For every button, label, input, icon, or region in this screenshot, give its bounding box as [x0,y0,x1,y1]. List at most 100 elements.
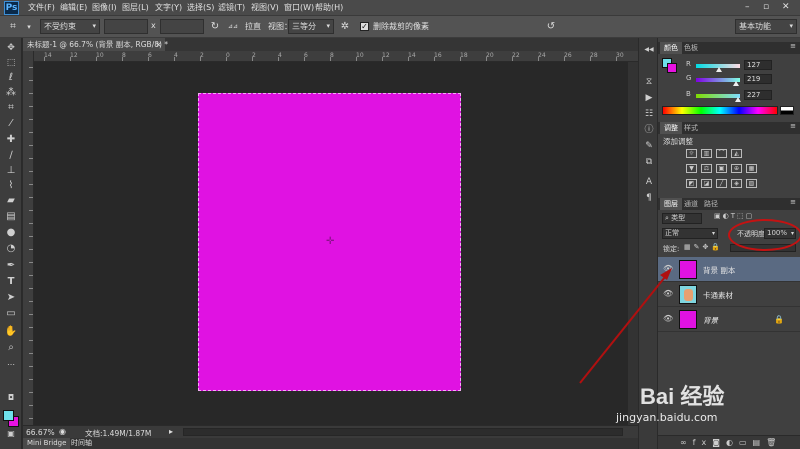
foreground-color-swatch[interactable] [3,410,14,421]
ratio-select[interactable]: 不受约束 ▾ [40,19,100,34]
red-slider-thumb[interactable] [716,67,722,72]
maximize-icon[interactable]: ▫ [763,2,769,12]
workspace-select[interactable]: 基本功能 ▾ [735,19,797,34]
info-panel-icon[interactable]: ⓘ [643,124,655,136]
menu-select[interactable]: 选择(S) [187,2,214,13]
adjustment-icon[interactable]: ▼ [686,164,697,173]
blue-value[interactable]: 227 [744,90,772,100]
document-tab[interactable]: 未标题-1 @ 66.7% (背景 副本, RGB/8) * × [23,38,168,51]
menu-help[interactable]: 帮助(H) [315,2,343,13]
paragraph-panel-icon[interactable]: ¶ [643,192,655,204]
clone-stamp-icon[interactable]: ⊥ [4,165,18,177]
move-tool-icon[interactable]: ✥ [4,42,18,54]
adjustment-icon[interactable]: ▦ [746,164,757,173]
layer-row[interactable]: 👁 背景 副本 [658,257,800,282]
gear-icon[interactable]: ✲ [338,20,352,34]
tab-color[interactable]: 颜色 [660,42,682,54]
pen-tool-icon[interactable]: ✒ [4,260,18,272]
type-tool-icon[interactable]: T [4,276,18,288]
history-brush-icon[interactable]: ⌇ [4,180,18,192]
tab-paths[interactable]: 路径 [700,198,722,210]
tab-mini-bridge[interactable]: Mini Bridge [23,438,71,449]
layer-filter-select[interactable]: ⌕ 类型 [662,213,702,224]
swap-icon[interactable]: ↻ [208,20,222,34]
menu-window[interactable]: 窗口(W) [284,2,314,13]
menu-type[interactable]: 文字(Y) [155,2,182,13]
layer-filter-icons[interactable]: ▣◐T⬚▢ [714,212,754,220]
status-menu-arrow-icon[interactable]: ▸ [169,427,173,436]
collapse-arrows-icon[interactable]: ◀◀ [643,44,655,56]
clone-source-icon[interactable]: ⧉ [643,156,655,168]
visibility-eye-icon[interactable]: 👁 [663,314,673,324]
eraser-icon[interactable]: ▰ [4,195,18,207]
properties-panel-icon[interactable]: ☷ [643,108,655,120]
quick-mask-icon[interactable]: ◘ [4,392,18,404]
layer-name[interactable]: 卡通素材 [703,290,733,301]
lasso-tool-icon[interactable]: ℓ [4,72,18,84]
layer-name[interactable]: 背景 [703,315,718,326]
layer-row[interactable]: 👁 卡通素材 [658,282,800,307]
menu-edit[interactable]: 编辑(E) [60,2,87,13]
crop-tool-icon[interactable]: ⌗ [4,102,18,114]
close-tab-icon[interactable]: × [155,38,162,51]
menu-file[interactable]: 文件(F) [28,2,55,13]
menu-layer[interactable]: 图层(L) [122,2,149,13]
black-white-swatch[interactable] [780,106,794,115]
crop-tool-icon[interactable]: ⌗ [6,20,20,34]
adjustment-icon[interactable]: ☼ [686,149,697,158]
marquee-tool-icon[interactable]: ⬚ [4,57,18,69]
healing-brush-icon[interactable]: ✚ [4,134,18,146]
horizontal-scrollbar[interactable] [183,428,623,436]
adjustment-icon[interactable]: ◩ [686,179,697,188]
adjustment-icon[interactable]: ▨ [746,179,757,188]
tab-layers[interactable]: 图层 [660,198,682,210]
menu-filter[interactable]: 滤镜(T) [218,2,245,13]
adjustment-icon[interactable]: ⊕ [731,164,742,173]
reset-icon[interactable]: ↺ [544,20,558,34]
minimize-icon[interactable]: – [745,2,750,12]
zoom-tool-icon[interactable]: ⌕ [4,342,18,354]
tool-preset-chevron-icon[interactable]: ▾ [22,20,36,34]
view-select[interactable]: 三等分 ▾ [288,19,334,34]
layer-name[interactable]: 背景 副本 [703,265,735,276]
close-window-icon[interactable]: ✕ [782,2,790,12]
layer-row[interactable]: 👁 背景 🔒 [658,307,800,332]
straighten-label[interactable]: 拉直 [245,21,261,32]
status-info-icon[interactable]: ◉ [59,427,66,436]
panel-menu-icon[interactable]: ≡ [790,122,796,130]
history-panel-icon[interactable]: ⧖ [643,76,655,88]
eyedropper-icon[interactable]: ⁄ [4,118,18,130]
height-input[interactable] [160,19,204,34]
hand-tool-icon[interactable]: ✋ [4,326,18,338]
blue-slider-thumb[interactable] [735,97,741,102]
dodge-tool-icon[interactable]: ◔ [4,243,18,255]
tab-adjustments[interactable]: 调整 [660,122,682,134]
color-spectrum-bar[interactable] [662,106,778,115]
adjustment-icon[interactable]: ◪ [701,179,712,188]
adjustment-icon[interactable]: ╱ [716,179,727,188]
character-panel-icon[interactable]: A [643,176,655,188]
tab-styles[interactable]: 样式 [680,122,702,134]
screen-mode-icon[interactable]: ▣ [4,428,18,440]
adjustment-icon[interactable]: ◭ [731,149,742,158]
adjustment-icon[interactable]: ▥ [701,149,712,158]
tab-channels[interactable]: 通道 [680,198,702,210]
green-slider-thumb[interactable] [733,81,739,86]
adjustment-icon[interactable]: ⌒ [716,149,727,158]
blend-mode-select[interactable]: 正常 ▾ [662,228,718,239]
visibility-eye-icon[interactable]: 👁 [663,264,673,274]
actions-panel-icon[interactable]: ▶ [643,92,655,104]
gradient-tool-icon[interactable]: ▤ [4,211,18,223]
blue-slider[interactable]: B 227 [658,90,800,102]
more-tools-icon[interactable]: ⋯ [4,359,18,371]
tab-swatches[interactable]: 色板 [680,42,702,54]
zoom-level[interactable]: 66.67% [26,428,55,437]
blur-tool-icon[interactable]: ● [4,227,18,239]
brush-panel-icon[interactable]: ✎ [643,140,655,152]
magic-wand-icon[interactable]: ⁂ [4,87,18,99]
adjustment-icon[interactable]: ⚖ [701,164,712,173]
adjustment-icon[interactable]: ◈ [731,179,742,188]
rectangle-tool-icon[interactable]: ▭ [4,308,18,320]
layer-footer-icons[interactable]: ∞fx◙◐▭▤🗑 [680,438,782,447]
lock-options-icons[interactable]: ▦✎✥🔒 [684,243,723,251]
